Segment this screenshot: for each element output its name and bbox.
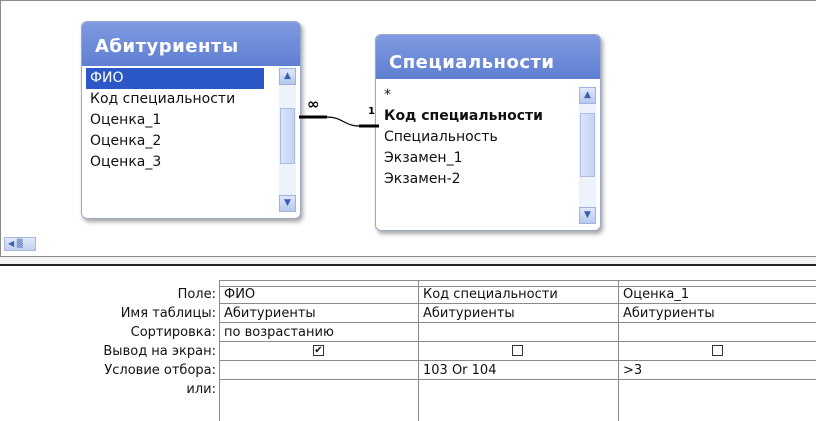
grid-row-line [219,360,816,361]
table-box-specialnosti[interactable]: Специальности * Код специальности Специа… [375,34,601,231]
grid-sort-cell[interactable]: по возрастанию [220,324,418,342]
grid-table-cell[interactable]: Абитуриенты [419,305,618,323]
row-label-show: Вывод на экран: [103,344,216,359]
grid-criteria-cell[interactable]: >3 [619,362,816,380]
vertical-scrollbar[interactable]: ▲ ▼ [279,68,296,212]
scroll-thumb[interactable] [580,113,595,177]
field-list: ФИО Код специальности Оценка_1 Оценка_2 … [86,68,276,212]
grid-selector-line [219,280,816,281]
grid-sort-cell[interactable] [419,324,618,342]
horizontal-scroll-left-icon[interactable]: ◀ ▒ [4,237,36,251]
scroll-down-arrow-icon[interactable]: ▼ [279,195,296,212]
row-label-sort: Сортировка: [130,325,216,340]
grid-criteria-cell[interactable] [220,362,418,380]
field-item[interactable]: Специальность [380,127,576,148]
query-design-grid: Поле: Имя таблицы: Сортировка: Вывод на … [0,266,816,421]
relationship-one-label: 1 [368,106,375,117]
relationship-many-label: ∞ [307,95,320,113]
grid-criteria-cell[interactable]: 103 Or 104 [419,362,618,380]
grid-sort-cell[interactable] [619,324,816,342]
grid-table-cell[interactable]: Абитуриенты [619,305,816,323]
grid-field-cell[interactable]: ФИО [220,286,418,304]
row-label-field: Поле: [177,287,216,302]
table-title[interactable]: Специальности [376,35,600,79]
show-checkbox[interactable] [712,345,723,356]
show-checkbox[interactable] [512,345,523,356]
table-title[interactable]: Абитуриенты [82,22,300,66]
field-item[interactable]: Код специальности [380,106,576,127]
scroll-up-arrow-icon[interactable]: ▲ [279,68,296,85]
table-design-area[interactable]: Абитуриенты ФИО Код специальности Оценка… [0,0,816,256]
scroll-up-arrow-icon[interactable]: ▲ [579,87,596,104]
field-item[interactable]: ФИО [86,68,264,89]
field-item[interactable]: Оценка_1 [86,110,276,131]
vertical-scrollbar[interactable]: ▲ ▼ [579,87,596,224]
field-item[interactable]: Экзамен-2 [380,169,576,190]
grid-table-cell[interactable]: Абитуриенты [220,305,418,323]
grid-field-cell[interactable]: Код специальности [419,286,618,304]
field-list: * Код специальности Специальность Экзаме… [380,85,576,224]
field-item[interactable]: Оценка_3 [86,152,276,173]
field-item[interactable]: Оценка_2 [86,131,276,152]
scroll-down-arrow-icon[interactable]: ▼ [579,207,596,224]
pane-splitter[interactable] [0,256,816,266]
scroll-thumb[interactable] [280,108,295,164]
row-label-or: или: [186,382,216,395]
table-box-abiturienty[interactable]: Абитуриенты ФИО Код специальности Оценка… [81,21,301,219]
field-item[interactable]: Код специальности [86,89,276,110]
row-label-table: Имя таблицы: [120,306,216,321]
show-checkbox[interactable]: ✔ [313,345,324,356]
field-item[interactable]: * [380,85,576,106]
grid-field-cell[interactable]: Оценка_1 [619,286,816,304]
field-item[interactable]: Экзамен_1 [380,148,576,169]
row-label-criteria: Условие отбора: [104,363,216,378]
